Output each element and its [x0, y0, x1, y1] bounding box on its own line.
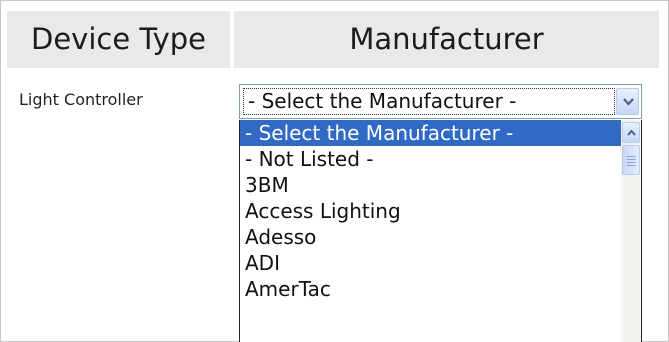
manufacturer-option[interactable]: ADI: [240, 250, 622, 276]
thumb-grip: [627, 165, 636, 166]
thumb-grip: [627, 162, 636, 163]
thumb-grip: [627, 156, 636, 157]
dropdown-button[interactable]: [616, 88, 639, 115]
table-header: Device Type Manufacturer: [7, 11, 659, 68]
manufacturer-option[interactable]: 3BM: [240, 172, 622, 198]
manufacturer-header: Manufacturer: [234, 11, 659, 68]
thumb-grip: [627, 159, 636, 160]
chevron-down-icon: [623, 98, 634, 106]
device-type-header: Device Type: [7, 11, 230, 68]
manufacturer-dropdown-list[interactable]: - Select the Manufacturer - - Not Listed…: [239, 120, 642, 342]
scroll-thumb[interactable]: [622, 145, 640, 175]
chevron-up-icon: [627, 129, 636, 136]
manufacturer-option[interactable]: Access Lighting: [240, 198, 622, 224]
manufacturer-select-value[interactable]: - Select the Manufacturer -: [243, 88, 615, 115]
manufacturer-option[interactable]: - Select the Manufacturer -: [240, 120, 622, 146]
device-type-label: Light Controller: [19, 90, 143, 109]
manufacturer-select[interactable]: - Select the Manufacturer -: [239, 84, 642, 119]
manufacturer-option[interactable]: - Not Listed -: [240, 146, 622, 172]
dropdown-scrollbar[interactable]: [621, 120, 641, 342]
scroll-up-button[interactable]: [622, 122, 640, 143]
manufacturer-option[interactable]: Adesso: [240, 224, 622, 250]
manufacturer-option[interactable]: AmerTac: [240, 276, 622, 302]
